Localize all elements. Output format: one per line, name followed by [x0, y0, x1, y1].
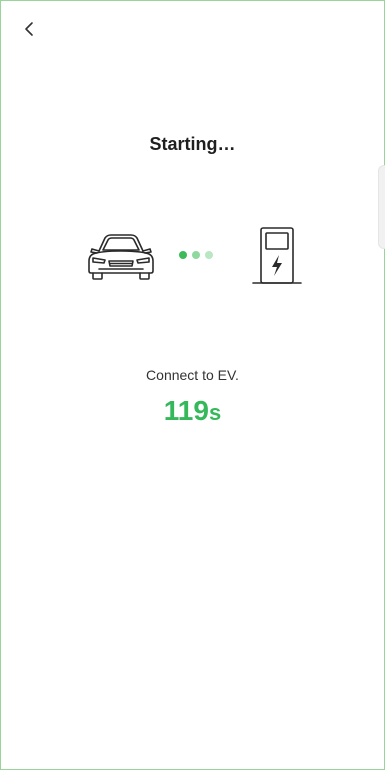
side-pull-tab[interactable]: [378, 165, 385, 249]
car-icon: [88, 234, 154, 280]
page-title: Starting…: [149, 134, 236, 154]
progress-dot-2: [192, 251, 200, 259]
progress-dot-1: [179, 251, 187, 259]
countdown-unit: s: [208, 400, 222, 425]
progress-dot-3: [205, 251, 213, 259]
chevron-left-icon: [25, 22, 33, 36]
back-button[interactable]: [17, 17, 41, 41]
ev-charger-icon: [252, 227, 302, 284]
connection-progress-dots: [179, 251, 213, 259]
charging-start-screen: Starting… Connect to EV. 119s: [0, 0, 385, 770]
countdown-timer: 119s: [1, 395, 384, 427]
status-text: Connect to EV.: [146, 367, 239, 383]
countdown-value: 119: [163, 395, 209, 426]
